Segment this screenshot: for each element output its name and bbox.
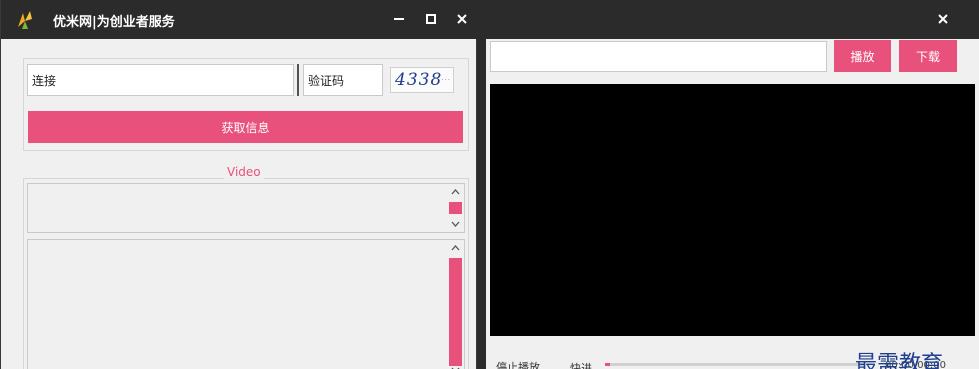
close-icon[interactable]	[934, 10, 952, 28]
scroll-thumb[interactable]	[449, 202, 462, 214]
scrollbar[interactable]	[446, 184, 464, 232]
get-info-button[interactable]: 获取信息	[28, 111, 463, 143]
captcha-image[interactable]: 4338 ···	[390, 67, 454, 93]
scroll-thumb[interactable]	[449, 258, 462, 366]
window-title: 优米网|为创业者服务	[53, 15, 175, 30]
scroll-down-icon[interactable]	[449, 364, 461, 369]
video-url-input[interactable]	[490, 41, 827, 72]
left-titlebar: 优米网|为创业者服务	[1, 0, 478, 39]
video-list-bottom[interactable]	[27, 239, 465, 369]
screen: 优米网|为创业者服务 连接 验证码 4338 ··· 获取信息 Video 播放…	[0, 0, 979, 369]
download-button[interactable]: 下载	[899, 40, 957, 72]
right-titlebar	[486, 0, 979, 39]
play-button[interactable]: 播放	[834, 40, 891, 72]
captcha-input[interactable]: 验证码	[303, 64, 383, 96]
scroll-up-icon[interactable]	[449, 242, 461, 254]
captcha-text: 4338	[395, 70, 443, 90]
watermark-text: 最需教育	[855, 352, 944, 369]
scrollbar[interactable]	[446, 240, 464, 369]
video-list-top[interactable]	[27, 183, 465, 233]
captcha-noise-icon: ···	[441, 76, 451, 84]
video-group	[23, 178, 469, 369]
progress-fill	[605, 363, 611, 366]
close-icon[interactable]	[453, 10, 471, 28]
progress-bar[interactable]	[605, 363, 865, 366]
video-player[interactable]	[490, 84, 975, 336]
right-window: 播放 下载 停止播放 快进 00:00/00:00	[486, 0, 979, 369]
input-panel: 连接 验证码 4338 ··· 获取信息	[23, 58, 469, 151]
maximize-icon[interactable]	[422, 10, 440, 28]
left-window: 优米网|为创业者服务 连接 验证码 4338 ··· 获取信息 Video	[0, 0, 478, 369]
scroll-up-icon[interactable]	[449, 186, 461, 198]
minimize-icon[interactable]	[390, 10, 408, 28]
scroll-down-icon[interactable]	[449, 218, 461, 230]
stop-button[interactable]: 停止播放	[496, 359, 540, 369]
app-logo-icon	[14, 9, 36, 31]
fast-forward-button[interactable]: 快进	[570, 360, 592, 369]
link-input[interactable]: 连接	[27, 64, 294, 96]
video-group-label: Video	[224, 165, 264, 179]
input-divider	[297, 64, 299, 96]
